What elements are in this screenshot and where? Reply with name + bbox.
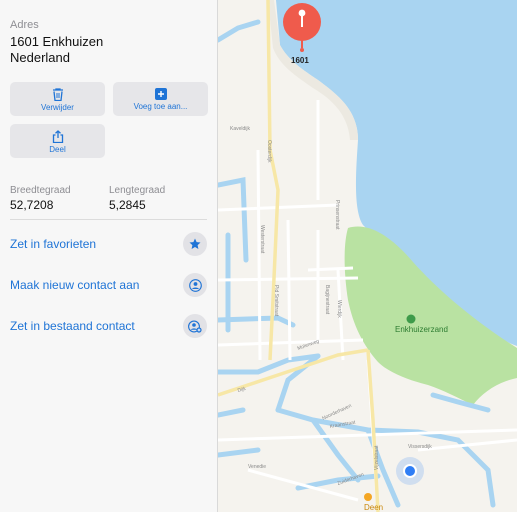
trash-icon [52, 88, 63, 101]
new-contact-button[interactable] [183, 273, 207, 297]
contact-icon [188, 278, 202, 292]
shop-marker-icon [364, 493, 372, 501]
share-icon [52, 130, 63, 143]
delete-button[interactable]: Verwijder [10, 82, 105, 116]
existing-contact-button[interactable] [183, 314, 207, 338]
poi-label: Deen [364, 503, 384, 512]
delete-label: Verwijder [41, 103, 74, 112]
address-line-2: Nederland [10, 50, 70, 65]
address-label: Adres [10, 19, 39, 31]
street-label: Venedie [248, 464, 266, 470]
longitude-value: 5,2845 [109, 198, 146, 212]
park-marker-icon [406, 314, 416, 324]
add-to-label: Voeg toe aan... [133, 102, 188, 111]
street-label: Vijzelstraat [374, 445, 380, 470]
sidebar: Adres 1601 Enkhuizen Nederland Verwijder… [0, 0, 218, 512]
street-label: Oosterdijk [266, 140, 272, 163]
share-label: Deel [49, 145, 66, 154]
address-line-1: 1601 Enkhuizen [10, 34, 104, 49]
current-location-dot [403, 464, 417, 478]
add-to-existing-contact-link[interactable]: Zet in bestaand contact [10, 319, 135, 333]
divider [10, 219, 207, 220]
plus-square-icon [154, 88, 167, 100]
street-label: Bagijnestraat [324, 285, 330, 315]
latitude-label: Breedtegraad [10, 185, 71, 196]
street-label: Vissersdijk [408, 444, 432, 450]
add-to-button[interactable]: Voeg toe aan... [113, 82, 208, 116]
street-label: Wierdijk [336, 300, 342, 318]
park-label: Enkhuizerzand [395, 325, 448, 334]
longitude-label: Lengtegraad [109, 185, 166, 196]
map-view[interactable]: Kaveldijk Oosterdijk Pid Smitstraat Westers… [218, 0, 517, 512]
map-canvas[interactable]: Kaveldijk Oosterdijk Pid Smitstraat Westers… [218, 0, 517, 512]
create-new-contact-link[interactable]: Maak nieuw contact aan [10, 278, 139, 292]
star-icon [189, 238, 201, 249]
street-label: Prinsenstraat [334, 200, 340, 230]
street-label: Kaveldijk [230, 126, 251, 132]
contact-add-icon [188, 320, 202, 333]
share-button[interactable]: Deel [10, 124, 105, 158]
street-label: Westerstraat [259, 225, 265, 254]
favorite-button[interactable] [183, 232, 207, 256]
street-label: Pid Smitstraat [273, 285, 279, 317]
latitude-value: 52,7208 [10, 198, 54, 212]
pin-label: 1601 [291, 56, 309, 65]
add-to-favorites-link[interactable]: Zet in favorieten [10, 237, 96, 251]
